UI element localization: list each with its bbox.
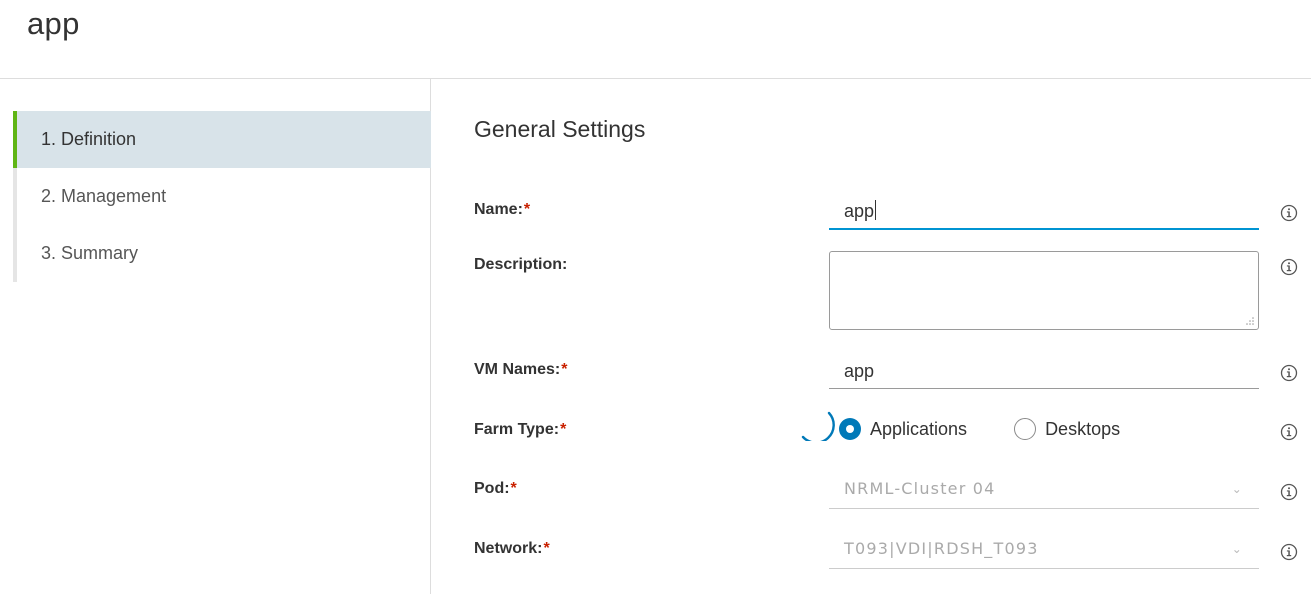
radio-label: Desktops (1045, 418, 1121, 439)
network-label: Network:* (474, 540, 550, 557)
step-label: 1. Definition (41, 129, 137, 149)
radio-button-checked[interactable] (839, 418, 861, 440)
pod-label: Pod:* (474, 480, 517, 497)
required-marker: * (560, 421, 567, 438)
text-caret (875, 200, 877, 220)
info-icon[interactable] (1280, 543, 1298, 561)
pod-select[interactable]: NRML-Cluster 04 ⌄ (829, 469, 1259, 509)
required-marker: * (543, 540, 550, 557)
name-input[interactable]: app (829, 194, 1259, 230)
farm-type-label: Farm Type:* (474, 421, 567, 438)
step-label: 2. Management (41, 186, 167, 206)
vm-names-label: VM Names:* (474, 361, 568, 378)
farm-type-radio-group: Applications Desktops (839, 414, 1167, 444)
page-header: app (0, 0, 1311, 79)
required-marker: * (510, 480, 517, 497)
radio-label: Applications (870, 418, 968, 439)
info-icon[interactable] (1280, 258, 1298, 276)
main-content: General Settings Name:* app Description: (431, 79, 1311, 594)
chevron-down-icon: ⌄ (1231, 542, 1243, 556)
required-marker: * (523, 201, 531, 218)
farm-type-applications-radio[interactable]: Applications (839, 418, 967, 440)
step-list: 1. Definition 2. Management 3. Summary (13, 111, 431, 282)
step-management[interactable]: 2. Management (17, 168, 431, 225)
step-definition[interactable]: 1. Definition (13, 111, 431, 168)
description-textarea[interactable] (829, 251, 1259, 330)
section-title: General Settings (474, 116, 646, 142)
wizard-steps-sidebar: 1. Definition 2. Management 3. Summary (0, 79, 431, 594)
info-icon[interactable] (1280, 423, 1298, 441)
network-select[interactable]: T093|VDI|RDSH_T093 ⌄ (829, 529, 1259, 569)
step-label: 3. Summary (41, 243, 139, 263)
farm-type-desktops-radio[interactable]: Desktops (1014, 418, 1120, 440)
radio-button-unchecked[interactable] (1014, 418, 1037, 440)
required-marker: * (561, 361, 568, 378)
info-icon[interactable] (1280, 364, 1298, 382)
chevron-down-icon: ⌄ (1231, 482, 1243, 496)
description-label: Description: (474, 256, 568, 273)
step-summary[interactable]: 3. Summary (17, 225, 431, 282)
loading-spinner-icon (801, 411, 835, 441)
info-icon[interactable] (1280, 483, 1298, 501)
info-icon[interactable] (1280, 204, 1298, 222)
vm-names-input[interactable]: app (829, 353, 1259, 389)
resize-grip-icon[interactable] (1245, 316, 1255, 326)
name-label: Name:* (474, 201, 531, 218)
page-title: app (27, 6, 80, 41)
